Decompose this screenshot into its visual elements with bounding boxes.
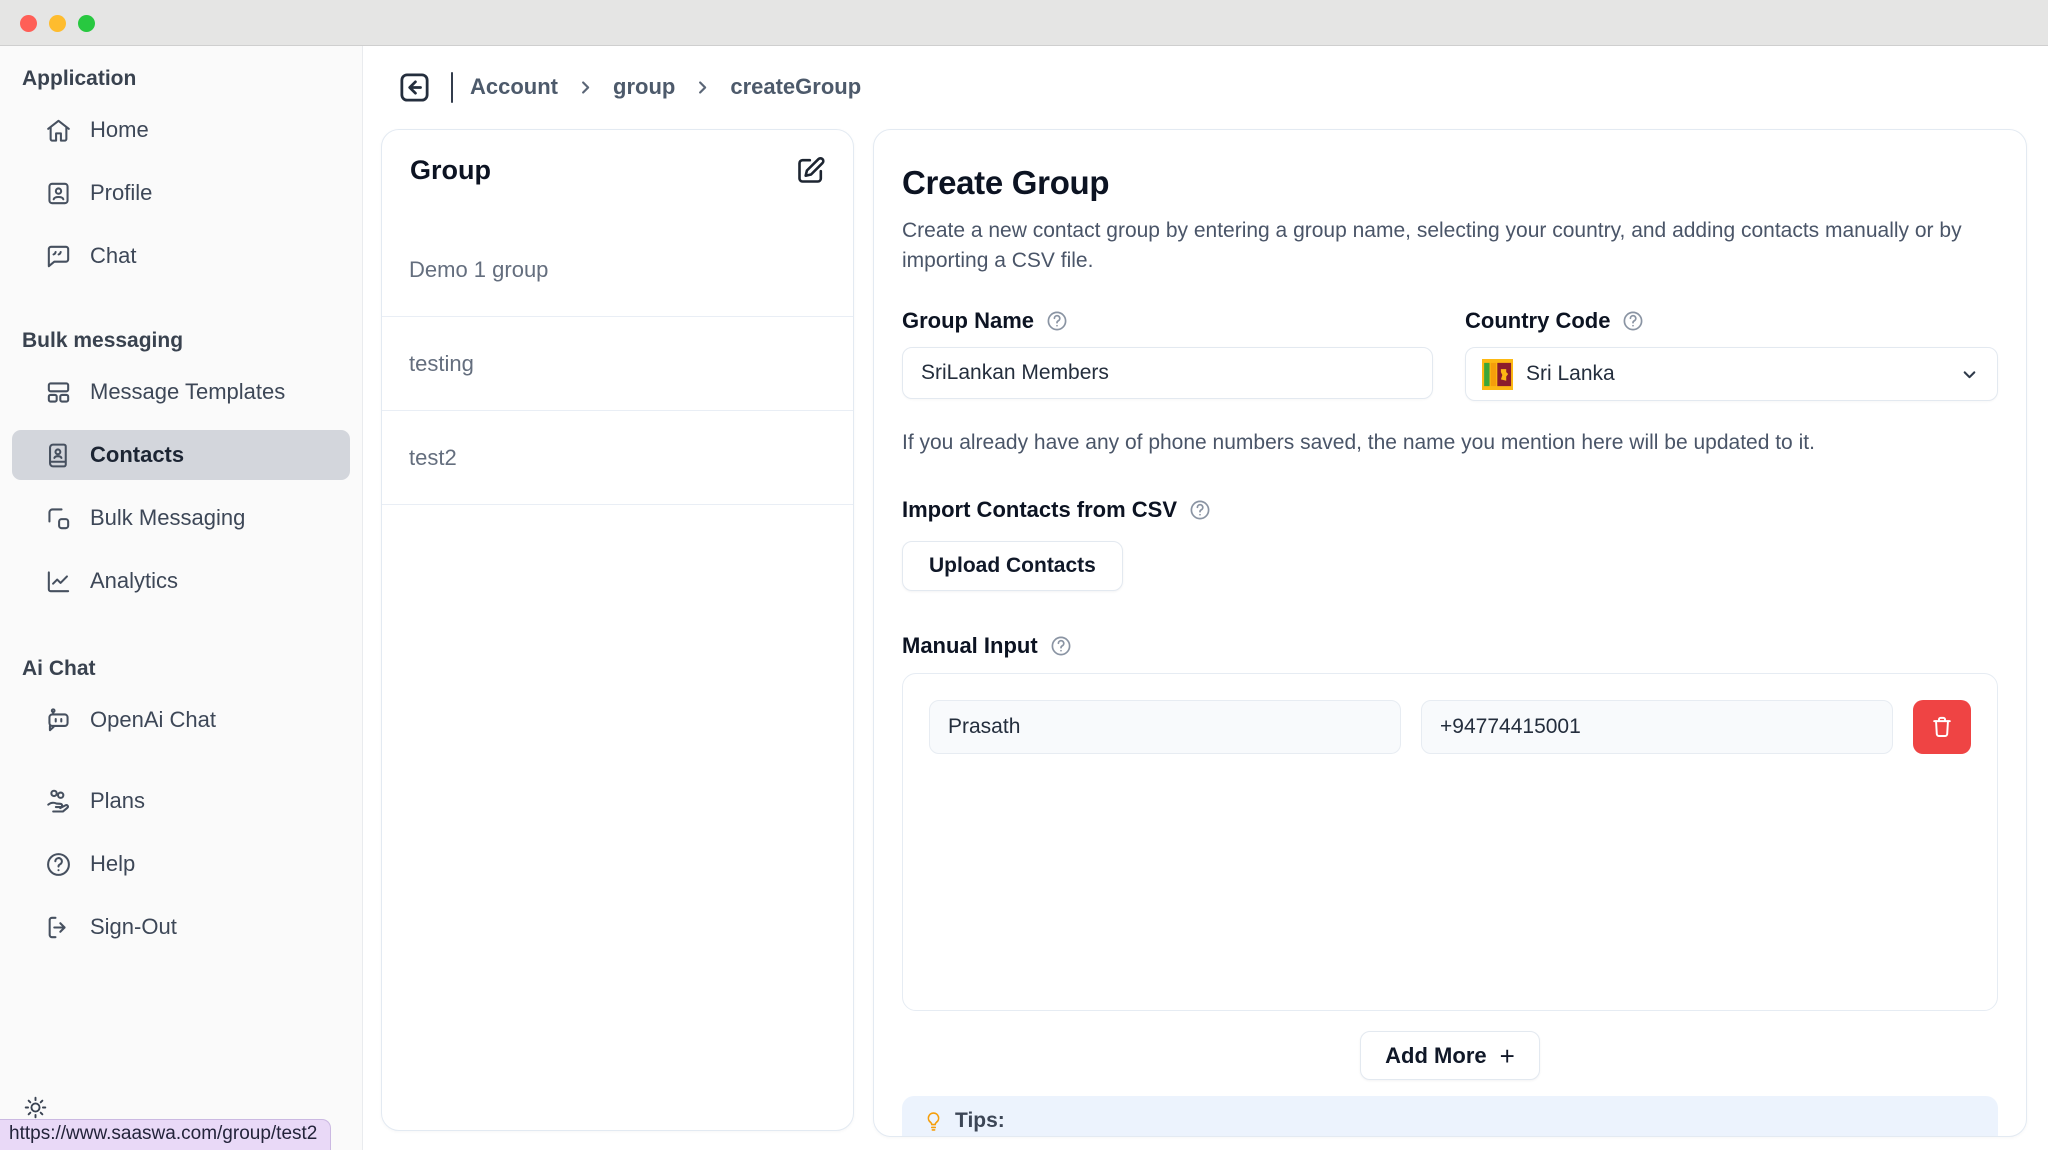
profile-icon [44,179,73,208]
contact-row [929,700,1971,754]
country-select-value: Sri Lanka [1526,362,1615,386]
group-name-input[interactable] [902,347,1433,399]
group-list: Demo 1 group testing test2 [382,223,853,505]
import-csv-help-icon[interactable] [1188,498,1212,522]
sidebar-item-label: Chat [90,243,136,269]
sidebar-item-openai-chat[interactable]: OpenAi Chat [12,695,350,745]
group-panel-title: Group [410,155,491,186]
sidebar-item-label: Contacts [90,442,184,468]
contact-name-input[interactable] [929,700,1401,754]
hand-coins-icon [44,787,73,816]
sidebar-item-label: Analytics [90,568,178,594]
sidebar-item-chat[interactable]: Chat [12,231,350,281]
sidebar-item-label: Message Templates [90,379,285,405]
sidebar: Application Home Profile Chat Bulk messa… [0,46,363,1150]
country-code-label: Country Code [1465,308,1610,334]
minimize-window-button[interactable] [49,15,66,32]
manual-input-label: Manual Input [902,633,1038,659]
breadcrumb: Account group createGroup [396,64,861,110]
group-list-item-demo-1-group[interactable]: Demo 1 group [382,223,853,317]
message-templates-icon [44,378,73,407]
arrow-left-square-icon [396,69,433,106]
sidebar-item-sign-out[interactable]: Sign-Out [12,902,350,952]
group-name-note: If you already have any of phone numbers… [902,431,1998,455]
back-button[interactable] [396,68,434,106]
robot-icon [44,706,73,735]
chevron-right-icon [575,77,596,98]
group-form-row: Group Name Country Code Sri Lanka [902,308,1998,401]
page-description: Create a new contact group by entering a… [902,216,1997,276]
bulk-messaging-icon [44,504,73,533]
help-circle-icon [44,850,73,879]
sidebar-item-label: Help [90,851,135,877]
breadcrumb-divider [451,72,453,103]
create-group-panel: Create Group Create a new contact group … [873,129,2027,1137]
tips-banner: Tips: [902,1096,1998,1137]
breadcrumb-item-creategroup[interactable]: createGroup [730,74,861,100]
country-select[interactable]: Sri Lanka [1465,347,1998,401]
sidebar-item-contacts[interactable]: Contacts [12,430,350,480]
upload-contacts-button[interactable]: Upload Contacts [902,541,1123,591]
contact-phone-input[interactable] [1421,700,1893,754]
sidebar-item-plans[interactable]: Plans [12,776,350,826]
lightbulb-icon [922,1110,945,1133]
page-title: Create Group [902,164,1998,202]
chevron-down-icon [1958,363,1981,386]
macos-titlebar [0,0,2048,46]
sidebar-section-bulk-messaging: Bulk messaging [22,327,362,354]
main-content: Account group createGroup Group Demo 1 g… [364,46,2048,1150]
manual-input-container [902,673,1998,1011]
country-code-help-icon[interactable] [1621,309,1645,333]
sidebar-section-ai-chat: Ai Chat [22,655,362,682]
chat-icon [44,242,73,271]
manual-input-help-icon[interactable] [1049,634,1073,658]
home-icon [44,116,73,145]
zoom-window-button[interactable] [78,15,95,32]
trash-icon [1929,714,1955,740]
add-more-button[interactable]: Add More + [1360,1031,1540,1080]
sidebar-item-label: Home [90,117,149,143]
breadcrumb-item-account[interactable]: Account [470,74,558,100]
breadcrumb-item-group[interactable]: group [613,74,675,100]
add-more-label: Add More [1385,1043,1486,1069]
close-window-button[interactable] [20,15,37,32]
sun-icon [22,1094,49,1121]
group-name-label: Group Name [902,308,1034,334]
sidebar-item-label: OpenAi Chat [90,707,216,733]
group-panel: Group Demo 1 group testing test2 [381,129,854,1131]
sidebar-item-analytics[interactable]: Analytics [12,556,350,606]
sidebar-item-help[interactable]: Help [12,839,350,889]
group-panel-header: Group [382,130,853,223]
analytics-icon [44,567,73,596]
sidebar-item-profile[interactable]: Profile [12,168,350,218]
sign-out-icon [44,913,73,942]
tips-label: Tips: [955,1109,1005,1133]
chevron-right-icon [692,77,713,98]
sri-lanka-flag-icon [1482,359,1513,390]
group-list-item-testing[interactable]: testing [382,317,853,411]
group-name-help-icon[interactable] [1045,309,1069,333]
sidebar-item-label: Profile [90,180,152,206]
sidebar-item-message-templates[interactable]: Message Templates [12,367,350,417]
import-csv-label: Import Contacts from CSV [902,497,1177,523]
group-list-item-test2[interactable]: test2 [382,411,853,505]
sidebar-item-home[interactable]: Home [12,105,350,155]
edit-group-button[interactable] [794,154,827,187]
sidebar-item-label: Plans [90,788,145,814]
delete-contact-button[interactable] [1913,700,1971,754]
contacts-book-icon [44,441,73,470]
plus-icon: + [1500,1043,1515,1069]
theme-toggle-button[interactable] [22,1094,50,1122]
sidebar-item-label: Sign-Out [90,914,177,940]
edit-icon [794,154,827,187]
sidebar-item-label: Bulk Messaging [90,505,245,531]
sidebar-item-bulk-messaging[interactable]: Bulk Messaging [12,493,350,543]
status-url-tooltip: https://www.saaswa.com/group/test2 [0,1119,331,1150]
sidebar-section-application: Application [22,65,362,92]
